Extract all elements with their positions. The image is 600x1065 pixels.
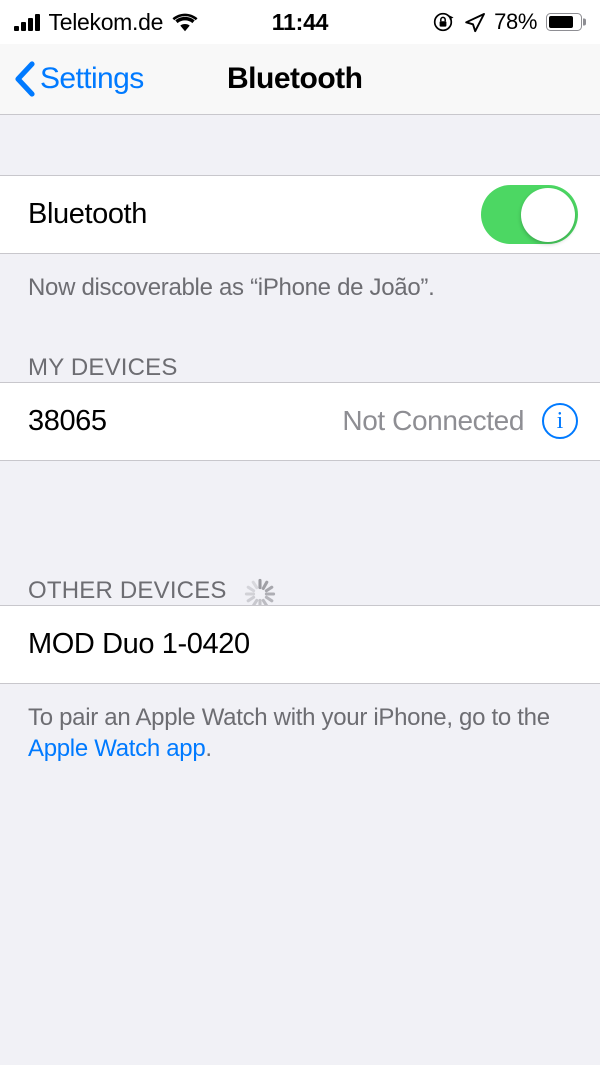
toggle-knob <box>521 187 575 242</box>
my-devices-header: MY DEVICES <box>0 326 600 382</box>
discoverable-note: Now discoverable as “iPhone de João”. <box>28 274 435 301</box>
other-devices-header: OTHER DEVICES <box>0 549 600 609</box>
bottom-filler <box>0 765 600 1065</box>
status-bar: Telekom.de 11:44 78% <box>0 0 600 44</box>
battery-percent-label: 78% <box>494 9 537 34</box>
signal-bars-icon <box>14 13 40 31</box>
chevron-left-icon <box>15 61 35 97</box>
device-name: 38065 <box>28 404 107 437</box>
footnote-text-before: To pair an Apple Watch with your iPhone,… <box>28 703 550 731</box>
my-devices-section: 38065 Not Connected i <box>0 381 600 461</box>
table-row[interactable]: 38065 Not Connected i <box>0 382 600 460</box>
back-button-label: Settings <box>40 62 144 95</box>
device-name: MOD Duo 1-0420 <box>28 627 250 660</box>
apple-watch-app-link[interactable]: Apple Watch app <box>28 735 206 762</box>
other-devices-section: MOD Duo 1-0420 <box>0 604 600 684</box>
status-bar-right: 78% <box>433 9 586 35</box>
carrier-label: Telekom.de <box>48 8 164 35</box>
bluetooth-toggle-switch[interactable] <box>481 185 578 244</box>
info-circle-icon[interactable]: i <box>542 403 578 440</box>
location-arrow-icon <box>465 12 486 32</box>
bluetooth-label: Bluetooth <box>28 198 147 230</box>
rotation-lock-icon <box>434 12 454 32</box>
bluetooth-row-right <box>481 185 578 244</box>
bluetooth-toggle-row[interactable]: Bluetooth <box>0 176 600 253</box>
table-row[interactable]: MOD Duo 1-0420 <box>0 605 600 683</box>
apple-watch-footnote: To pair an Apple Watch with your iPhone,… <box>0 684 600 765</box>
footnote-text-after: . <box>205 735 212 763</box>
bluetooth-settings-screen: Telekom.de 11:44 78% Settings Bluetooth … <box>0 0 600 1065</box>
status-bar-left: Telekom.de <box>14 8 198 35</box>
mid-spacer <box>0 461 600 549</box>
back-to-settings-button[interactable]: Settings <box>14 61 144 97</box>
device-row-right: Not Connected i <box>342 403 578 440</box>
battery-icon <box>546 13 586 31</box>
navigation-bar: Settings Bluetooth <box>0 44 600 115</box>
bluetooth-toggle-section: Bluetooth <box>0 175 600 254</box>
top-spacer <box>0 115 600 175</box>
other-devices-header-label: OTHER DEVICES <box>28 577 227 605</box>
wifi-icon <box>172 13 198 31</box>
header-spacer <box>0 304 600 326</box>
my-devices-header-label: MY DEVICES <box>28 354 178 382</box>
page-title: Bluetooth <box>227 62 363 95</box>
device-status: Not Connected <box>342 405 524 437</box>
